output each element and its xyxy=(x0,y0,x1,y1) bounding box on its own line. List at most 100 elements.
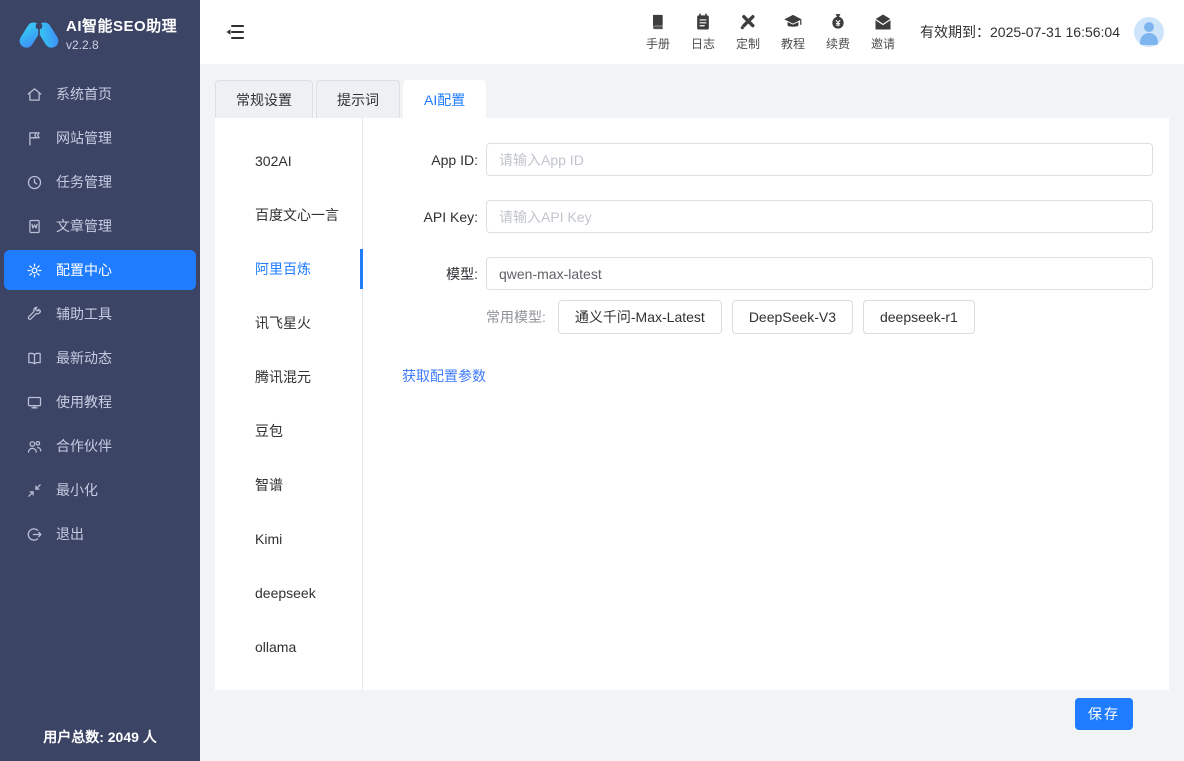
envelope-icon xyxy=(873,12,893,32)
provider-kimi[interactable]: Kimi xyxy=(215,512,362,566)
app-logo-icon xyxy=(18,12,60,54)
model-option-qwen-button[interactable]: 通义千问-Max-Latest xyxy=(558,300,722,334)
collapse-sidebar-icon[interactable] xyxy=(224,21,246,43)
wrench-icon xyxy=(26,306,43,323)
app-version: v2.2.8 xyxy=(66,38,177,52)
manual-link[interactable]: 手册 xyxy=(638,12,678,52)
user-total-stat: 用户总数: 2049 人 xyxy=(0,727,200,747)
topbar-right: 手册 日志 定制 教程 续费 xyxy=(638,12,1164,52)
api-key-label: API Key: xyxy=(402,209,478,225)
quick-link-label: 定制 xyxy=(736,35,760,52)
model-row: 模型: xyxy=(402,257,1153,290)
tutorial-link[interactable]: 教程 xyxy=(773,12,813,52)
renew-link[interactable]: 续费 xyxy=(818,12,858,52)
app-id-row: App ID: xyxy=(402,143,1153,176)
app-id-input[interactable] xyxy=(486,143,1153,176)
sidebar-item-home[interactable]: 系统首页 xyxy=(4,74,196,114)
model-label: 模型: xyxy=(402,264,478,284)
sidebar-item-label: 退出 xyxy=(56,524,84,544)
monitor-icon xyxy=(26,394,43,411)
provider-list: 302AI 百度文心一言 阿里百炼 讯飞星火 腾讯混元 豆包 智谱 Kimi d… xyxy=(215,118,363,690)
tab-prompts[interactable]: 提示词 xyxy=(316,80,400,118)
api-key-row: API Key: xyxy=(402,200,1153,233)
provider-zhipu[interactable]: 智谱 xyxy=(215,458,362,512)
provider-doubao[interactable]: 豆包 xyxy=(215,404,362,458)
sidebar-item-label: 辅助工具 xyxy=(56,304,112,324)
clock-icon xyxy=(26,174,43,191)
provider-ali-bailian[interactable]: 阿里百炼 xyxy=(215,242,362,296)
sidebar-item-tasks[interactable]: 任务管理 xyxy=(4,162,196,202)
validity-label: 有效期到： xyxy=(920,24,990,40)
partners-icon xyxy=(26,438,43,455)
app-logo: AI智能SEO助理 v2.2.8 xyxy=(0,0,200,64)
tab-ai-config[interactable]: AI配置 xyxy=(403,80,486,118)
settings-tabs: 常规设置 提示词 AI配置 xyxy=(215,80,1169,118)
sidebar-item-partners[interactable]: 合作伙伴 xyxy=(4,426,196,466)
sidebar-item-articles[interactable]: 文章管理 xyxy=(4,206,196,246)
home-icon xyxy=(26,86,43,103)
model-input[interactable] xyxy=(486,257,1153,290)
sidebar-item-label: 网站管理 xyxy=(56,128,112,148)
quick-link-label: 日志 xyxy=(691,35,715,52)
save-button[interactable]: 保存 xyxy=(1075,698,1133,730)
sidebar-item-label: 任务管理 xyxy=(56,172,112,192)
get-config-params-link[interactable]: 获取配置参数 xyxy=(402,366,486,386)
provider-baidu-wenxin[interactable]: 百度文心一言 xyxy=(215,188,362,242)
api-key-input[interactable] xyxy=(486,200,1153,233)
sidebar-item-websites[interactable]: 网站管理 xyxy=(4,118,196,158)
custom-link[interactable]: 定制 xyxy=(728,12,768,52)
app-window: AI智能SEO助理 v2.2.8 系统首页 网站管理 任务管理 文章管理 xyxy=(0,0,1184,761)
sidebar-nav: 系统首页 网站管理 任务管理 文章管理 配置中心 辅助工具 xyxy=(0,74,200,554)
minimize-icon xyxy=(26,482,43,499)
save-row: 保存 xyxy=(215,690,1169,730)
app-id-label: App ID: xyxy=(402,152,478,168)
common-models-label: 常用模型: xyxy=(486,307,546,327)
provider-config-form: App ID: API Key: 模型: 常用模型: 通义千问-Ma xyxy=(363,118,1169,690)
provider-tencent-hunyuan[interactable]: 腾讯混元 xyxy=(215,350,362,404)
ai-config-panel: 302AI 百度文心一言 阿里百炼 讯飞星火 腾讯混元 豆包 智谱 Kimi d… xyxy=(215,118,1169,690)
provider-deepseek[interactable]: deepseek xyxy=(215,566,362,620)
provider-302ai[interactable]: 302AI xyxy=(215,134,362,188)
tab-general-settings[interactable]: 常规设置 xyxy=(215,80,313,118)
sidebar-item-label: 文章管理 xyxy=(56,216,112,236)
tools-icon xyxy=(738,12,758,32)
model-option-deepseek-v3-button[interactable]: DeepSeek-V3 xyxy=(732,300,853,334)
common-models-row: 常用模型: 通义千问-Max-Latest DeepSeek-V3 deepse… xyxy=(402,300,1153,334)
provider-xunfei-spark[interactable]: 讯飞星火 xyxy=(215,296,362,350)
sidebar-item-config[interactable]: 配置中心 xyxy=(4,250,196,290)
sidebar-item-tutorials[interactable]: 使用教程 xyxy=(4,382,196,422)
document-icon xyxy=(26,218,43,235)
sidebar-item-label: 配置中心 xyxy=(56,260,112,280)
quick-link-label: 手册 xyxy=(646,35,670,52)
sidebar-item-label: 最小化 xyxy=(56,480,98,500)
sidebar-item-label: 合作伙伴 xyxy=(56,436,112,456)
model-option-deepseek-r1-button[interactable]: deepseek-r1 xyxy=(863,300,975,334)
sidebar-item-label: 使用教程 xyxy=(56,392,112,412)
sidebar-item-label: 系统首页 xyxy=(56,84,112,104)
avatar[interactable] xyxy=(1134,17,1164,47)
sidebar-item-news[interactable]: 最新动态 xyxy=(4,338,196,378)
invite-link[interactable]: 邀请 xyxy=(863,12,903,52)
log-icon xyxy=(693,12,713,32)
sidebar-item-tools[interactable]: 辅助工具 xyxy=(4,294,196,334)
sidebar-item-label: 最新动态 xyxy=(56,348,112,368)
quick-link-label: 邀请 xyxy=(871,35,895,52)
logout-icon xyxy=(26,526,43,543)
sidebar-item-logout[interactable]: 退出 xyxy=(4,514,196,554)
content-area: 常规设置 提示词 AI配置 302AI 百度文心一言 阿里百炼 讯飞星火 腾讯混… xyxy=(200,64,1184,761)
sidebar-item-minimize[interactable]: 最小化 xyxy=(4,470,196,510)
validity-value: 2025-07-31 16:56:04 xyxy=(990,24,1120,40)
book-open-icon xyxy=(26,350,43,367)
flag-icon xyxy=(26,130,43,147)
graduation-cap-icon xyxy=(783,12,803,32)
app-title: AI智能SEO助理 xyxy=(66,15,177,36)
log-link[interactable]: 日志 xyxy=(683,12,723,52)
validity-text: 有效期到：2025-07-31 16:56:04 xyxy=(920,22,1120,42)
quick-link-label: 续费 xyxy=(826,35,850,52)
main-area: 手册 日志 定制 教程 续费 xyxy=(200,0,1184,761)
provider-ollama[interactable]: ollama xyxy=(215,620,362,674)
money-bag-icon xyxy=(828,12,848,32)
app-logo-text: AI智能SEO助理 v2.2.8 xyxy=(66,15,177,52)
gear-icon xyxy=(26,262,43,279)
topbar: 手册 日志 定制 教程 续费 xyxy=(200,0,1184,64)
